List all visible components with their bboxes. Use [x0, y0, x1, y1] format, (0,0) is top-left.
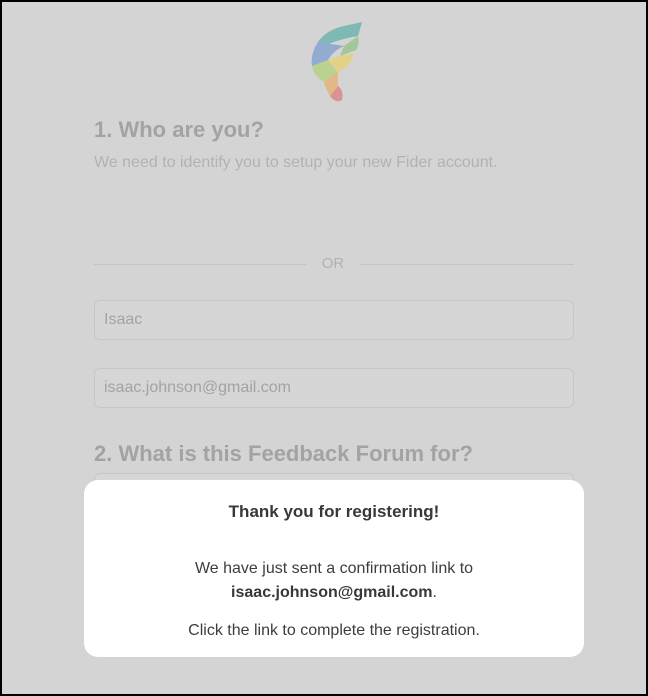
fider-logo-icon: [311, 22, 362, 102]
step1-title: 1. Who are you?: [94, 117, 264, 142]
or-separator: OR: [321, 255, 345, 272]
modal-instruction: Click the link to complete the registrat…: [188, 622, 480, 639]
modal-message: We have just sent a confirmation link to: [194, 560, 474, 577]
divider-right: [360, 264, 574, 265]
modal-title: Thank you for registering!: [228, 502, 440, 521]
modal-email: isaac.johnson@gmail.com: [231, 584, 433, 601]
modal-email-suffix: .: [432, 584, 437, 601]
modal-email-line: isaac.johnson@gmail.com.: [84, 584, 584, 602]
registration-page: 1. Who are you? We need to identify you …: [2, 2, 646, 694]
confirmation-modal: Thank you for registering! We have just …: [84, 480, 584, 657]
step1-subtitle: We need to identify you to setup your ne…: [94, 154, 498, 171]
email-input[interactable]: isaac.johnson@gmail.com: [94, 368, 574, 408]
name-input[interactable]: Isaac: [94, 300, 574, 340]
divider-left: [94, 264, 306, 265]
step2-title: 2. What is this Feedback Forum for?: [94, 441, 473, 466]
